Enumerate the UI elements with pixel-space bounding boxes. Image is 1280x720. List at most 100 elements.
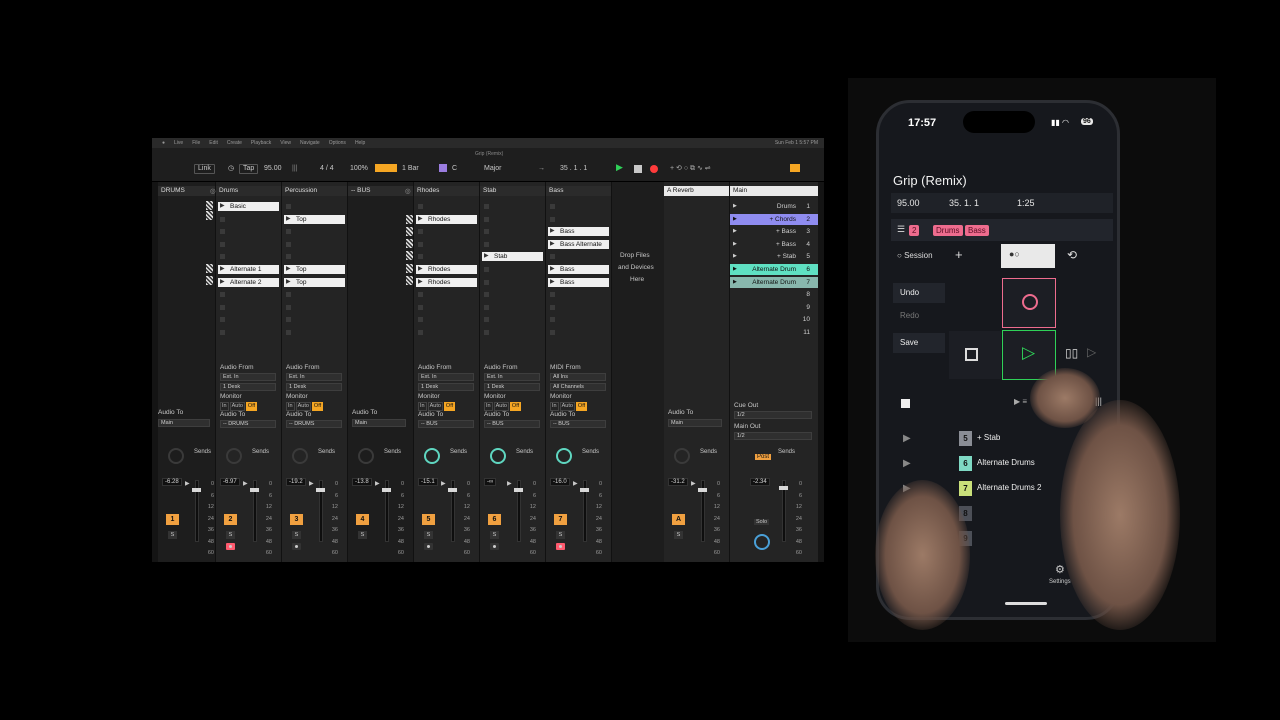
- clip-slot[interactable]: [480, 302, 545, 313]
- empty-slot-stop-icon[interactable]: [484, 267, 489, 272]
- track-activator[interactable]: 6: [488, 514, 501, 525]
- empty-slot-stop-icon[interactable]: [220, 292, 225, 298]
- track-header[interactable]: Rhodes: [414, 186, 479, 196]
- stop-icon[interactable]: [634, 165, 642, 173]
- clip-play-icon[interactable]: ▶: [220, 265, 225, 274]
- empty-slot-stop-icon[interactable]: [418, 292, 423, 298]
- empty-slot-stop-icon[interactable]: [484, 304, 489, 310]
- link-button[interactable]: Link: [194, 164, 215, 174]
- redo-button[interactable]: Redo: [900, 311, 919, 320]
- monitor-switch[interactable]: In Auto Off: [418, 402, 456, 411]
- track-activator[interactable]: 3: [290, 514, 303, 525]
- monitor-in[interactable]: In: [286, 402, 295, 411]
- pan-knob[interactable]: [292, 448, 308, 464]
- scene-launch[interactable]: ▶ Alternate Drum 6: [730, 264, 818, 275]
- menu-navigate[interactable]: Navigate: [300, 140, 320, 146]
- clip-slot[interactable]: [414, 239, 479, 250]
- clip-slot[interactable]: [546, 289, 611, 300]
- monitor-auto[interactable]: Auto: [295, 402, 311, 411]
- scene-play-icon[interactable]: ▶: [733, 201, 737, 212]
- output-select[interactable]: -- DRUMS: [220, 420, 276, 428]
- scene-play-icon[interactable]: ▶: [903, 433, 911, 444]
- scene-launch[interactable]: ▶ + Bass 3: [730, 226, 818, 237]
- tempo-field[interactable]: 95.00: [264, 164, 282, 173]
- add-button[interactable]: +: [955, 247, 963, 262]
- empty-slot-stop-icon[interactable]: [550, 216, 555, 222]
- output-select[interactable]: -- BUS: [484, 420, 540, 428]
- stop-clip-icon[interactable]: [406, 276, 413, 285]
- fader-handle[interactable]: [316, 488, 325, 492]
- clip-slot[interactable]: [546, 302, 611, 313]
- clip[interactable]: ▶ Bass: [548, 277, 609, 287]
- scene-launch[interactable]: 10: [730, 314, 818, 325]
- track-activator[interactable]: 7: [554, 514, 567, 525]
- monitor-off[interactable]: Off: [575, 402, 588, 411]
- empty-slot-stop-icon[interactable]: [418, 254, 423, 260]
- pan-knob[interactable]: [424, 448, 440, 464]
- arm-button[interactable]: [292, 543, 301, 550]
- clip-slot[interactable]: [546, 201, 611, 212]
- solo-button[interactable]: S: [292, 531, 301, 539]
- apple-icon[interactable]: ●: [162, 140, 165, 146]
- empty-slot-stop-icon[interactable]: [418, 229, 423, 235]
- arm-button[interactable]: [556, 543, 565, 550]
- clip[interactable]: ▶ Basic: [218, 202, 279, 211]
- track-a-reverb[interactable]: A Reverb Audio To Main: [664, 182, 730, 562]
- clip-play-icon[interactable]: ▶: [550, 265, 555, 274]
- volume-readout[interactable]: -15.1: [418, 478, 438, 486]
- nudge-icon[interactable]: |||: [292, 164, 297, 173]
- input-type-select[interactable]: All Ins: [550, 373, 606, 381]
- clip-slot[interactable]: [480, 201, 545, 212]
- stop-clip-icon[interactable]: [206, 264, 213, 273]
- track-activator[interactable]: A: [672, 514, 685, 525]
- clip-play-icon[interactable]: ▶: [286, 278, 291, 287]
- empty-slot-stop-icon[interactable]: [286, 317, 291, 323]
- solo-button[interactable]: S: [358, 531, 367, 539]
- track-bass[interactable]: Bass ▶ Bass ▶ Bass Alternate ▶ Bass ▶ Bass MIDI F…: [546, 182, 612, 562]
- clip-slot[interactable]: [282, 201, 347, 212]
- volume-readout[interactable]: -13.8: [352, 478, 372, 486]
- monitor-off[interactable]: Off: [443, 402, 456, 411]
- clip-slot[interactable]: [480, 239, 545, 250]
- monitor-auto[interactable]: Auto: [427, 402, 443, 411]
- clip-slot[interactable]: ▶ Alternate 2: [216, 277, 281, 288]
- volume-readout[interactable]: -31.2: [668, 478, 688, 486]
- scene-launch[interactable]: ▶ + Stab 5: [730, 251, 818, 262]
- menu-create[interactable]: Create: [227, 140, 242, 146]
- clip-slot[interactable]: [282, 239, 347, 250]
- clip-play-icon[interactable]: ▶: [418, 278, 423, 287]
- solo-button[interactable]: S: [424, 531, 433, 539]
- menu-help[interactable]: Help: [355, 140, 365, 146]
- empty-slot-stop-icon[interactable]: [418, 330, 423, 335]
- clip-slot[interactable]: [546, 251, 611, 262]
- solo-button[interactable]: S: [556, 531, 565, 539]
- track-drums[interactable]: Drums ▶ Basic ▶ Alternate 1 ▶ Alternate 2 Audio…: [216, 182, 282, 562]
- clip-slot[interactable]: [414, 302, 479, 313]
- clip-slot[interactable]: ▶ Basic: [216, 201, 281, 212]
- clip-play-icon[interactable]: ▶: [484, 252, 489, 261]
- clip-slot[interactable]: ▶ Alternate 1: [216, 264, 281, 275]
- input-type-select[interactable]: Ext. In: [286, 373, 342, 381]
- empty-slot-stop-icon[interactable]: [418, 304, 423, 310]
- empty-slot-stop-icon[interactable]: [286, 229, 291, 235]
- track-header[interactable]: Main: [730, 186, 818, 196]
- clip-slot[interactable]: [216, 251, 281, 262]
- track-header[interactable]: Drums: [216, 186, 281, 196]
- tag-count[interactable]: 2: [909, 225, 920, 236]
- clip-slot[interactable]: [282, 302, 347, 313]
- clip-slot[interactable]: [216, 327, 281, 338]
- scene-play-icon[interactable]: ▶: [733, 251, 737, 262]
- cue-volume-knob[interactable]: [754, 534, 770, 550]
- cue-arrow-icon[interactable]: ▶: [375, 480, 380, 487]
- menu-live[interactable]: Live: [174, 140, 183, 146]
- clip-slot[interactable]: [216, 214, 281, 225]
- clip-slot[interactable]: [546, 327, 611, 338]
- input-channel-select[interactable]: 1 Desk: [286, 383, 342, 391]
- pan-knob[interactable]: [674, 448, 690, 464]
- stop-all-button[interactable]: [901, 399, 910, 408]
- arrangement-position[interactable]: 35 . 1 . 1: [560, 164, 587, 173]
- output-select[interactable]: Main: [668, 419, 722, 427]
- pan-knob[interactable]: [490, 448, 506, 464]
- scene-play-icon[interactable]: ▶: [733, 226, 737, 237]
- stop-clip-icon[interactable]: [206, 201, 213, 210]
